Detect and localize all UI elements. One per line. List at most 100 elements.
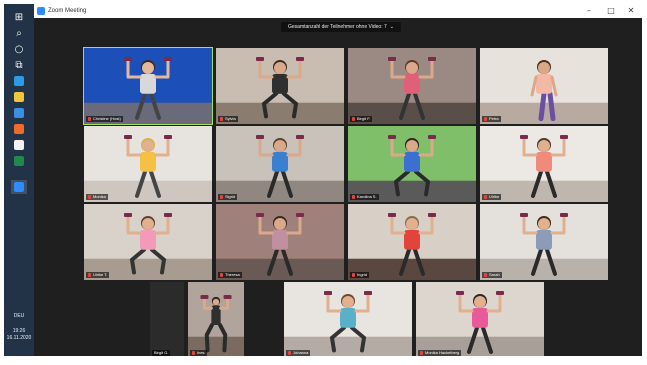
muted-mic-icon (220, 273, 223, 277)
zoom-logo-icon (37, 7, 45, 15)
participant-video-feed (84, 48, 212, 124)
clock-date: 16.11.2020 (6, 335, 32, 341)
participant-name-label: Petra (482, 116, 501, 122)
participant-name-label: Birgit G. (152, 350, 171, 356)
clock-time: 19:26 (12, 328, 26, 334)
muted-mic-icon (352, 273, 355, 277)
file-explorer-icon[interactable] (11, 90, 27, 104)
participant-name-label: Ulrike (482, 194, 502, 200)
windows-taskbar: ⊞ ⌕ ○ ⧉ DEU 19:26 16.11.2020 (4, 4, 34, 356)
zoom-taskbar-icon[interactable] (11, 180, 27, 194)
mail-icon[interactable] (11, 106, 27, 120)
participant-video-tile[interactable]: Sigrid (216, 126, 344, 202)
muted-mic-icon (484, 117, 487, 121)
participant-name-label: Sigrid (218, 194, 238, 200)
participant-name-text: Sarah (489, 272, 500, 277)
muted-mic-icon (352, 117, 355, 121)
keyboard-language[interactable]: DEU (4, 313, 34, 319)
participant-name-text: Christine (Host) (93, 116, 121, 121)
participant-video-tile[interactable]: Monika (84, 126, 212, 202)
muted-mic-icon (420, 351, 423, 355)
participant-video-tile[interactable]: Birgit F. (348, 48, 476, 124)
taskbar-clock[interactable]: 19:26 16.11.2020 (4, 328, 34, 342)
participant-name-label: Christine (Host) (86, 116, 123, 122)
participant-video-feed (416, 282, 544, 356)
participant-name-text: Karolina S. (357, 194, 377, 199)
participant-video-tile[interactable]: Petra (480, 48, 608, 124)
participant-video-feed (216, 204, 344, 280)
participant-video-tile[interactable]: Theresa (216, 204, 344, 280)
window-title: Zoom Meeting (48, 8, 87, 14)
windows-start-icon[interactable]: ⊞ (11, 10, 27, 24)
participant-name-text: Ingrid (357, 272, 368, 277)
participant-video-feed (284, 282, 412, 356)
search-icon[interactable]: ⌕ (11, 26, 27, 40)
participant-video-tile[interactable]: Ines (188, 282, 244, 356)
muted-mic-icon (88, 273, 91, 277)
participant-name-label: Ingrid (350, 272, 370, 278)
participant-video-tile[interactable]: Johanna (284, 282, 412, 356)
muted-mic-icon (352, 195, 355, 199)
participant-video-tile[interactable]: Ulrike (480, 126, 608, 202)
muted-mic-icon (484, 273, 487, 277)
participant-name-text: Monika Hackelberg (425, 350, 460, 355)
participant-name-text: Sylvia (225, 116, 236, 121)
desktop-frame: ⊞ ⌕ ○ ⧉ DEU 19:26 16.11.2020 Zoom Meeting – □ … (4, 4, 642, 356)
muted-mic-icon (220, 117, 223, 121)
task-view-icon[interactable]: ⧉ (11, 58, 27, 72)
participant-name-label: Monika Hackelberg (418, 350, 462, 356)
participant-video-tile[interactable]: Ulrike T. (84, 204, 212, 280)
participant-video-tile[interactable]: Ingrid (348, 204, 476, 280)
participant-name-label: Karolina S. (350, 194, 379, 200)
edge-icon[interactable] (11, 74, 27, 88)
participant-video-tile[interactable]: Monika Hackelberg (416, 282, 544, 356)
participant-name-text: Johanna (293, 350, 309, 355)
participant-video-feed (216, 126, 344, 202)
participant-video-feed (84, 204, 212, 280)
participant-name-label: Ulrike T. (86, 272, 110, 278)
participant-name-label: Sarah (482, 272, 502, 278)
participant-no-video-tile[interactable]: Birgit G. (150, 282, 184, 356)
muted-mic-icon (88, 195, 91, 199)
excel-icon[interactable] (11, 154, 27, 168)
participant-video-feed (84, 126, 212, 202)
participant-video-feed (348, 126, 476, 202)
participant-name-text: Monika (93, 194, 106, 199)
banner-text: Gesamtanzahl der Teilnehmer ohne Video: … (288, 24, 387, 30)
muted-mic-icon (88, 117, 91, 121)
participant-name-label: Monika (86, 194, 108, 200)
close-button[interactable]: ✕ (622, 4, 640, 18)
participant-video-feed (480, 204, 608, 280)
participant-name-label: Johanna (286, 350, 311, 356)
firefox-icon[interactable] (11, 122, 27, 136)
minimize-button[interactable]: – (580, 4, 598, 18)
muted-mic-icon (484, 195, 487, 199)
participant-name-label: Theresa (218, 272, 242, 278)
participant-video-tile[interactable]: Sylvia (216, 48, 344, 124)
cortana-icon[interactable]: ○ (11, 42, 27, 56)
notes-icon[interactable] (11, 138, 27, 152)
participant-name-text: Sigrid (225, 194, 236, 199)
participant-video-feed (480, 48, 608, 124)
chevron-down-icon: ⌄ (389, 24, 394, 30)
participant-name-text: Ines (197, 350, 205, 355)
participant-name-label: Ines (190, 350, 207, 356)
participants-without-video-banner[interactable]: Gesamtanzahl der Teilnehmer ohne Video: … (281, 22, 401, 32)
participant-name-text: Birgit F. (357, 116, 371, 121)
participant-name-text: Petra (489, 116, 499, 121)
participant-video-tile[interactable]: Karolina S. (348, 126, 476, 202)
participant-name-text: Ulrike T. (93, 272, 108, 277)
muted-mic-icon (220, 195, 223, 199)
participant-video-feed (480, 126, 608, 202)
zoom-title-bar: Zoom Meeting – □ ✕ (34, 4, 642, 18)
participant-video-feed (216, 48, 344, 124)
participant-name-label: Birgit F. (350, 116, 373, 122)
gallery-view: Gesamtanzahl der Teilnehmer ohne Video: … (34, 18, 642, 356)
participant-video-feed (188, 282, 244, 356)
participant-video-tile[interactable]: Sarah (480, 204, 608, 280)
participant-video-feed (348, 204, 476, 280)
participant-name-text: Theresa (225, 272, 240, 277)
participant-video-tile[interactable]: Christine (Host) (83, 47, 213, 125)
muted-mic-icon (192, 351, 195, 355)
maximize-button[interactable]: □ (602, 4, 620, 18)
